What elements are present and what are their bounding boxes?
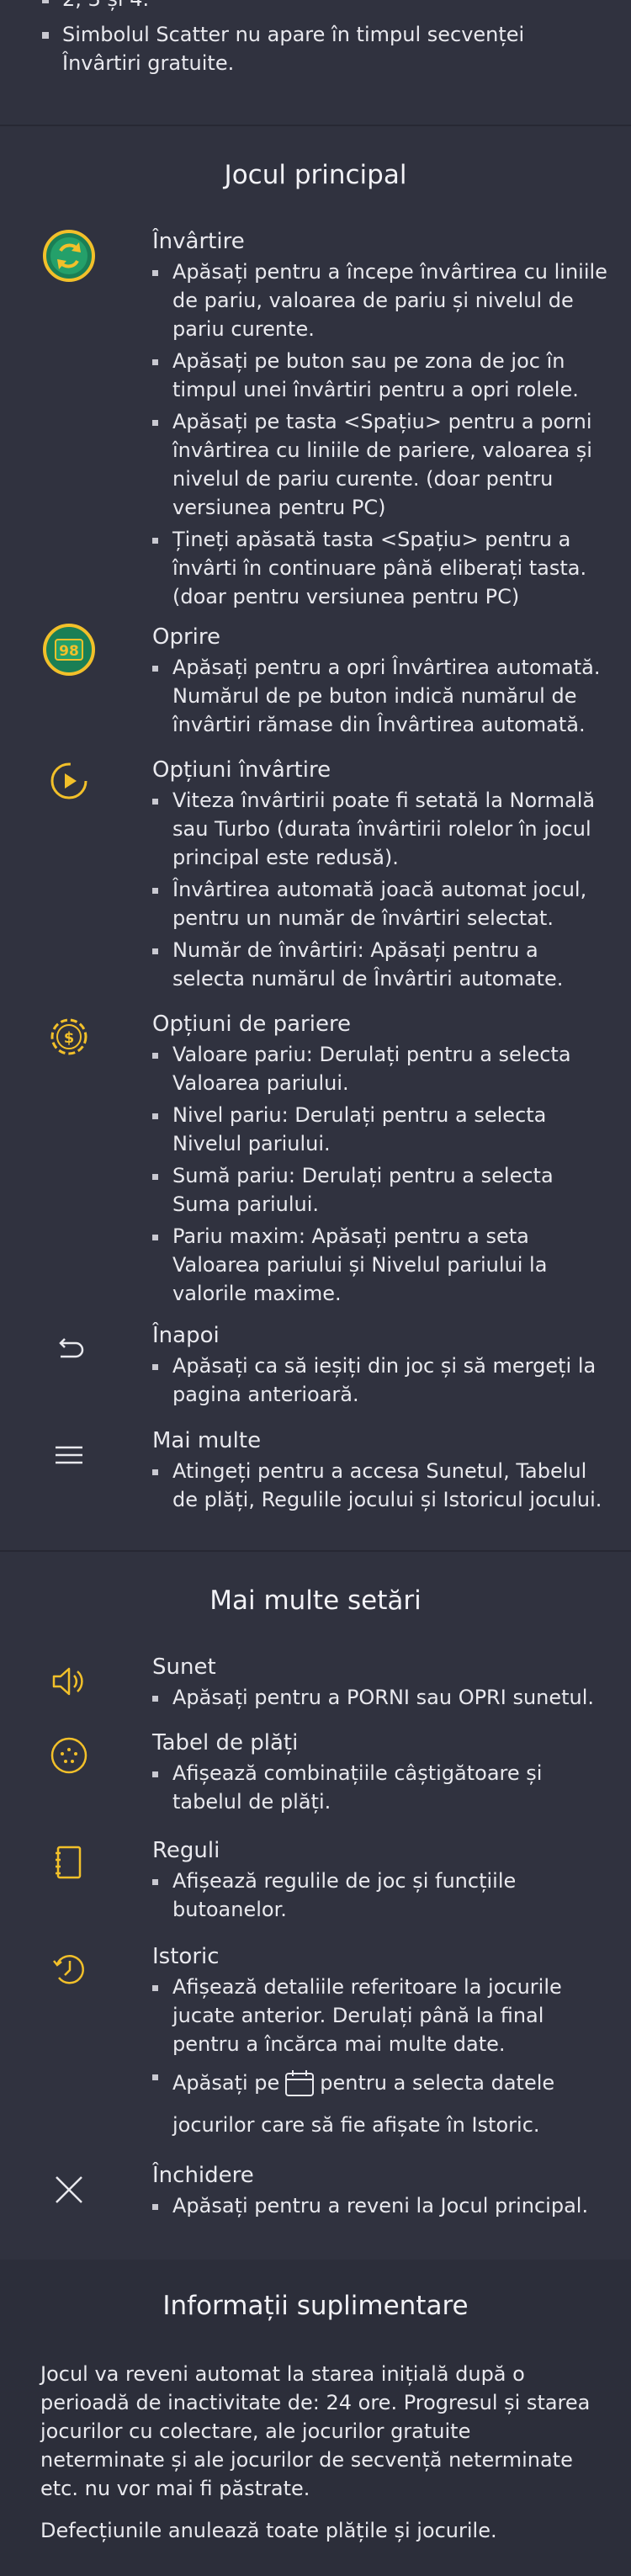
spin-icon bbox=[42, 229, 96, 283]
paytable-icon bbox=[42, 1729, 96, 1782]
bullet-text: Viteza învârtirii poate fi setată la Nor… bbox=[152, 786, 614, 872]
section-divider bbox=[0, 1550, 631, 1552]
bullet-text: Valoare pariu: Derulați pentru a selecta… bbox=[152, 1040, 614, 1097]
autospin-stop-icon: 98 bbox=[42, 623, 96, 677]
bullet-text: Apăsați pe bbox=[172, 2071, 280, 2095]
bullet-text: Afișează detaliile referitoare la jocuri… bbox=[152, 1973, 614, 2058]
close-icon bbox=[42, 2163, 96, 2217]
extra-info-paragraph: Defecțiunile anulează toate plățile și j… bbox=[40, 2519, 497, 2542]
bullet-text: Apăsați pentru a PORNI sau OPRI sunetul. bbox=[152, 1683, 614, 1712]
bullet-text: Apăsați pe tasta <Spațiu> pentru a porni… bbox=[152, 407, 614, 522]
entry-name: Sunet bbox=[152, 1654, 216, 1680]
entry-name: Înapoi bbox=[152, 1323, 220, 1348]
entry-name: Opțiuni învârtire bbox=[152, 757, 331, 783]
entry-name: Opțiuni de pariere bbox=[152, 1012, 352, 1037]
entry-name: Istoric bbox=[152, 1944, 220, 1969]
bullet-text: Afișează combinațiile câștigătoare și ta… bbox=[152, 1759, 614, 1816]
back-icon bbox=[42, 1321, 96, 1375]
bullet-text: Nivel pariu: Derulați pentru a selecta N… bbox=[152, 1101, 614, 1158]
entry-name: Oprire bbox=[152, 624, 220, 650]
spin-options-icon bbox=[42, 754, 96, 808]
bullet-text: 2, 3 și 4. bbox=[40, 0, 597, 13]
section-divider bbox=[0, 125, 631, 126]
entry-name: Învârtire bbox=[152, 229, 245, 254]
bullet-text: Apăsați pentru a opri Învârtirea automat… bbox=[152, 653, 614, 739]
game-rules-page: 2, 3 și 4. Simbolul Scatter nu apare în … bbox=[0, 0, 631, 2576]
bullet-text: Apăsați pentru a începe învârtirea cu li… bbox=[152, 258, 614, 343]
entry-name: Mai multe bbox=[152, 1428, 262, 1453]
calendar-bullet: Apăsați pe pentru a selecta datele jocur… bbox=[152, 2062, 614, 2146]
bullet-text: Afișează regulile de joc și funcțiile bu… bbox=[152, 1867, 614, 1924]
rules-icon bbox=[42, 1836, 96, 1890]
section-title-more-settings: Mai multe setări bbox=[209, 1585, 422, 1616]
bullet-text: Învârtirea automată joacă automat jocul,… bbox=[152, 875, 614, 932]
bullet-text: pentru a selecta datele bbox=[320, 2071, 555, 2095]
bullet-text: Apăsați ca să ieșiți din joc și să merge… bbox=[152, 1352, 614, 1409]
history-icon bbox=[42, 1942, 96, 1996]
section-title-main-game: Jocul principal bbox=[224, 160, 407, 190]
bullet-text: Atingeți pentru a accesa Sunetul, Tabelu… bbox=[152, 1457, 614, 1514]
autospin-count: 98 bbox=[59, 643, 79, 660]
entry-name: Tabel de plăți bbox=[152, 1730, 299, 1755]
entry-name: Închidere bbox=[152, 2163, 254, 2188]
section-title-extra-info: Informații suplimentare bbox=[162, 2291, 469, 2321]
bullet-text: Număr de învârtiri: Apăsați pentru a sel… bbox=[152, 936, 614, 993]
calendar-icon[interactable] bbox=[284, 2069, 315, 2098]
bullet-text: Apăsați pe buton sau pe zona de joc în t… bbox=[152, 347, 614, 404]
bet-options-icon: $ bbox=[42, 1010, 96, 1064]
bullet-text: Simbolul Scatter nu apare în timpul secv… bbox=[40, 20, 597, 77]
bullet-text: Apăsați pentru a reveni la Jocul princip… bbox=[152, 2191, 614, 2220]
extra-info-paragraph: Jocul va reveni automat la starea iniția… bbox=[40, 2362, 591, 2500]
scatter-rules-tail: 2, 3 și 4. Simbolul Scatter nu apare în … bbox=[0, 0, 631, 84]
sound-icon bbox=[42, 1654, 96, 1708]
bullet-text: Sumă pariu: Derulați pentru a selecta Su… bbox=[152, 1161, 614, 1219]
bullet-text: jocurilor care să fie afișate în Istoric… bbox=[172, 2113, 540, 2137]
menu-icon bbox=[42, 1428, 96, 1482]
bullet-text: Pariu maxim: Apăsați pentru a seta Valoa… bbox=[152, 1222, 614, 1308]
svg-text:$: $ bbox=[64, 1029, 75, 1047]
entry-name: Reguli bbox=[152, 1838, 220, 1863]
bullet-text: Țineți apăsată tasta <Spațiu> pentru a î… bbox=[152, 525, 614, 611]
